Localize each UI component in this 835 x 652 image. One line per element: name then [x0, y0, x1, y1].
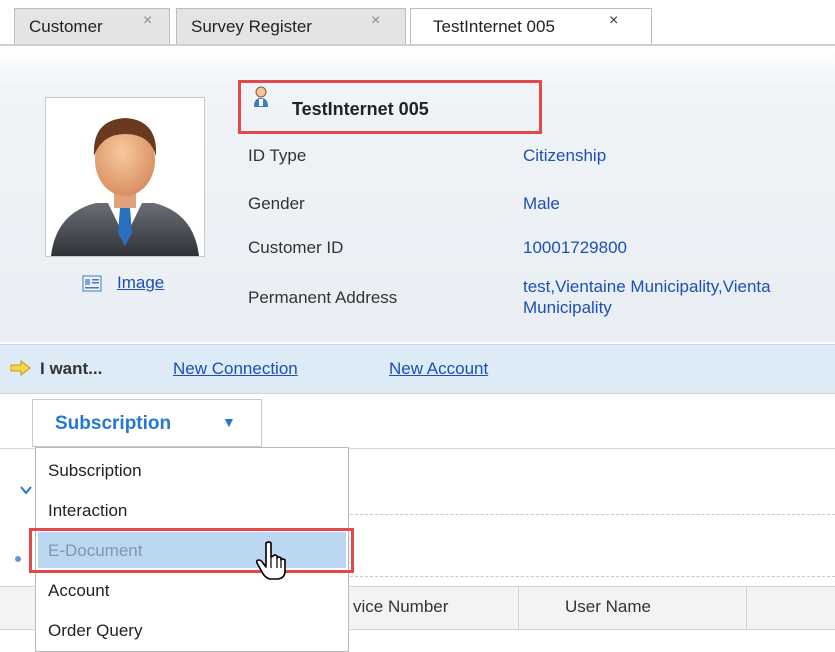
bullet-icon: [15, 556, 21, 562]
subscription-dropdown[interactable]: Subscription ▼: [32, 399, 262, 447]
tab-survey-register[interactable]: Survey Register ×: [176, 8, 406, 44]
i-want-bar: I want... New Connection New Account: [0, 344, 835, 394]
tab-close-icon[interactable]: ×: [371, 3, 380, 39]
tab-testinternet-005[interactable]: TestInternet 005 ×: [410, 8, 652, 44]
menu-item-interaction[interactable]: Interaction: [48, 501, 127, 521]
column-separator: [746, 587, 747, 629]
tab-label: Survey Register: [191, 17, 312, 36]
label-id-type: ID Type: [248, 146, 307, 165]
dashed-divider: [350, 514, 835, 515]
tab-close-icon[interactable]: ×: [609, 3, 618, 39]
menu-item-subscription[interactable]: Subscription: [48, 461, 142, 481]
arrow-right-icon: [10, 359, 32, 381]
i-want-label: I want...: [40, 359, 103, 378]
highlight-box-name: [238, 80, 542, 134]
label-customer-id: Customer ID: [248, 238, 344, 257]
customer-avatar: [45, 97, 205, 257]
chevron-down-icon: ▼: [222, 414, 236, 430]
new-connection-link[interactable]: New Connection: [173, 359, 298, 379]
value-gender: Male: [523, 194, 560, 213]
new-account-link[interactable]: New Account: [389, 359, 488, 379]
value-permanent-address-line2: Municipality: [523, 298, 612, 317]
image-link[interactable]: Image: [117, 273, 164, 293]
label-gender: Gender: [248, 194, 305, 213]
id-card-icon: [82, 275, 102, 292]
column-separator: [518, 587, 519, 629]
column-user-name[interactable]: User Name: [565, 597, 651, 617]
value-customer-id: 10001729800: [523, 238, 628, 257]
highlight-box-e-document: [29, 528, 354, 573]
collapse-chevron-icon[interactable]: [20, 482, 32, 498]
dashed-divider: [350, 576, 835, 577]
menu-item-order-query[interactable]: Order Query: [48, 621, 142, 641]
tab-label: Customer: [29, 17, 103, 36]
menu-item-account[interactable]: Account: [48, 581, 109, 601]
value-permanent-address-line1: test,Vientaine Municipality,Vienta: [523, 277, 771, 296]
tab-label: TestInternet 005: [433, 17, 555, 36]
column-service-number[interactable]: vice Number: [353, 597, 448, 617]
dropdown-selected: Subscription: [55, 413, 172, 434]
value-id-type: Citizenship: [523, 146, 607, 165]
tab-close-icon[interactable]: ×: [143, 3, 152, 39]
tab-customer[interactable]: Customer ×: [14, 8, 170, 44]
hand-pointer-icon: [255, 541, 289, 581]
label-permanent-address: Permanent Address: [248, 288, 398, 307]
tab-bar: Customer × Survey Register × TestInterne…: [0, 0, 835, 46]
